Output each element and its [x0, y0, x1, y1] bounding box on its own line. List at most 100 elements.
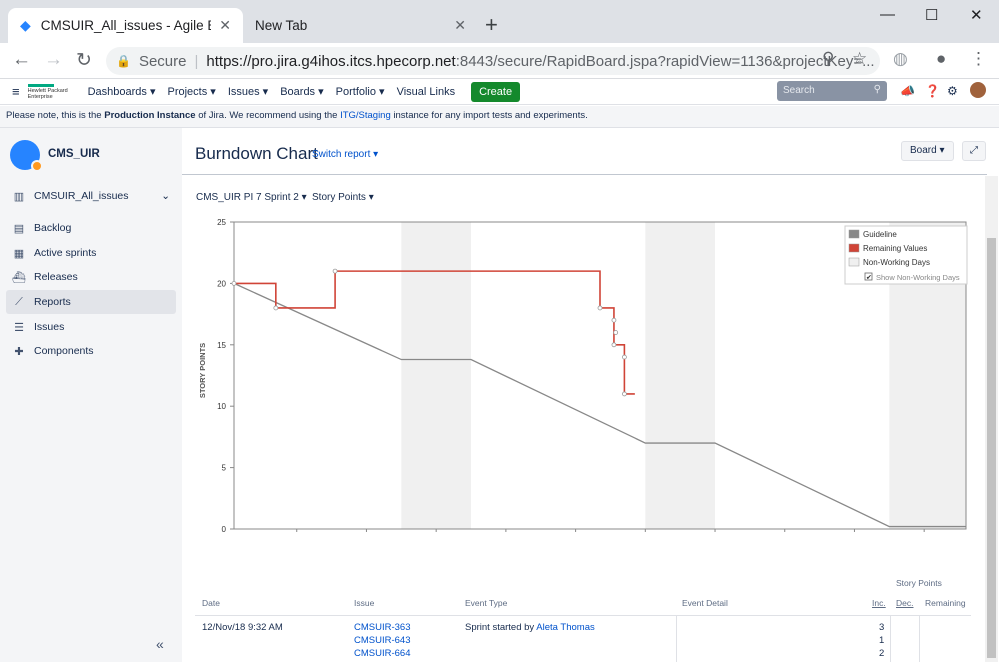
menu-projects[interactable]: Projects ▾	[168, 85, 216, 98]
sidebar-item-backlog[interactable]: ▤ Backlog	[6, 216, 176, 240]
inc-value: 3	[879, 622, 885, 633]
sidebar-item-reports[interactable]: ⟋ Reports	[6, 290, 176, 314]
new-tab-icon[interactable]: +	[485, 12, 498, 38]
col-issue: Issue	[354, 598, 375, 608]
maximize-icon[interactable]: ☐	[925, 6, 938, 24]
sprint-select[interactable]: CMS_UIR PI 7 Sprint 2 ▾	[196, 192, 307, 203]
sidebar: CMS_UIR ▥ CMSUIR_All_issues ⌄ ▤ Backlog ▦…	[0, 128, 182, 662]
issue-link[interactable]: CMSUIR-643	[354, 635, 411, 646]
menu-dashboards[interactable]: Dashboards ▾	[88, 85, 156, 98]
y-tick-label: 20	[217, 279, 226, 288]
legend-swatch	[848, 243, 860, 253]
y-tick-label: 10	[217, 402, 226, 411]
board-selector[interactable]: ▥ CMSUIR_All_issues ⌄	[6, 184, 176, 208]
reload-icon[interactable]: ↻	[76, 49, 92, 72]
backlog-icon: ▤	[13, 222, 25, 235]
sidebar-item-releases[interactable]: ⛴ Releases	[6, 265, 176, 289]
sidebar-item-components[interactable]: ✚ Components	[6, 339, 176, 363]
switch-report-button[interactable]: Switch report ▾	[312, 149, 378, 160]
legend-checkbox-label: Show Non-Working Days	[876, 273, 960, 282]
menu-issues[interactable]: Issues ▾	[228, 85, 268, 98]
remaining-point	[597, 305, 603, 311]
browser-tab-bar: ◆ CMSUIR_All_issues - Agile Board ✕ New …	[0, 0, 999, 43]
sidebar-item-active-sprints[interactable]: ▦ Active sprints	[6, 241, 176, 265]
y-tick-label: 5	[222, 464, 227, 473]
url-separator: |	[194, 52, 199, 70]
board-button[interactable]: Board ▾	[901, 141, 954, 161]
url-input[interactable]: 🔒 Secure | https://pro.jira.g4ihos.itcs.…	[106, 47, 880, 75]
menu-icon[interactable]: ⋮	[970, 49, 987, 69]
col-dec[interactable]: Dec.	[896, 598, 913, 608]
user-avatar[interactable]	[970, 82, 986, 98]
tab-title: New Tab	[255, 18, 308, 33]
page-title: Burndown Chart	[195, 144, 318, 163]
project-name[interactable]: CMS_UIR	[48, 148, 100, 160]
legend-swatch	[848, 229, 860, 239]
menu-boards[interactable]: Boards ▾	[280, 85, 323, 98]
non-working-days-band	[401, 222, 472, 529]
y-axis-label: STORY POINTS	[198, 343, 207, 398]
forward-icon[interactable]: →	[44, 49, 63, 71]
checkbox-checkmark: ✔	[866, 275, 872, 282]
col-inc[interactable]: Inc.	[872, 598, 886, 608]
col-remaining: Remaining	[925, 598, 966, 608]
y-tick-label: 0	[222, 525, 227, 532]
event-type: Sprint started by Aleta Thomas	[465, 622, 595, 633]
url-path: :8443/secure/RapidBoard.jspa?rapidView=1…	[455, 52, 875, 70]
remaining-point	[273, 305, 279, 311]
app-switcher-icon[interactable]: ≡	[12, 84, 20, 99]
back-icon[interactable]: ←	[12, 49, 31, 71]
issues-icon: ☰	[14, 321, 24, 334]
jira-header: ≡ Hewlett Packard Enterprise Dashboards …	[0, 79, 999, 105]
y-tick-label: 25	[217, 218, 226, 227]
close-icon[interactable]: ✕	[219, 17, 231, 34]
legend-label: Remaining Values	[863, 244, 927, 253]
scrollbar[interactable]	[985, 176, 998, 662]
non-working-days-band	[645, 222, 716, 529]
story-points-group-header: Story Points	[896, 578, 942, 588]
minimize-icon[interactable]: —	[880, 6, 895, 23]
itg-staging-link[interactable]: ITG/Staging	[340, 110, 391, 121]
extension-icon[interactable]: ◍	[893, 49, 908, 69]
tab-agile-board[interactable]: ◆ CMSUIR_All_issues - Agile Board ✕	[8, 8, 243, 43]
settings-icon[interactable]: ⚙	[947, 84, 958, 98]
feedback-icon[interactable]: 📣	[900, 84, 915, 98]
remaining-point	[613, 330, 619, 335]
help-icon[interactable]: ❓	[925, 84, 940, 98]
search-input[interactable]: Search ⚲	[777, 81, 887, 101]
menu-portfolio[interactable]: Portfolio ▾	[336, 85, 385, 98]
legend-label: Non-Working Days	[863, 258, 930, 267]
board-icon: ▥	[13, 190, 25, 203]
sidebar-item-issues[interactable]: ☰ Issues	[6, 315, 176, 339]
window-close-icon[interactable]: ✕	[970, 6, 983, 24]
issue-link[interactable]: CMSUIR-664	[354, 648, 411, 659]
lock-icon: 🔒	[116, 54, 131, 68]
account-icon[interactable]: ●	[936, 49, 946, 69]
estimate-select[interactable]: Story Points ▾	[312, 192, 374, 203]
main-content: Burndown Chart Switch report ▾ Board ▾ ⤢…	[182, 128, 999, 662]
star-icon[interactable]: ☆	[852, 49, 867, 69]
user-link[interactable]: Aleta Thomas	[536, 622, 594, 633]
tab-new-tab[interactable]: New Tab ✕	[243, 8, 478, 43]
puzzle-icon: ✚	[14, 345, 24, 358]
hpe-logo[interactable]: Hewlett Packard Enterprise	[27, 83, 76, 100]
col-date: Date	[202, 598, 220, 608]
production-notice: Please note, this is the Production Inst…	[0, 106, 999, 128]
legend-label: Guideline	[863, 230, 897, 239]
issue-link[interactable]: CMSUIR-363	[354, 622, 411, 633]
create-button[interactable]: Create	[471, 81, 521, 102]
close-icon[interactable]: ✕	[454, 17, 466, 34]
legend-swatch	[848, 257, 860, 267]
fullscreen-icon[interactable]: ⤢	[962, 141, 986, 161]
remaining-point	[611, 317, 617, 323]
collapse-sidebar-icon[interactable]: «	[156, 636, 164, 652]
tab-title: CMSUIR_All_issues - Agile Board	[40, 18, 211, 33]
remaining-point	[611, 342, 617, 348]
burndown-chart: 0510152025Nov 14Nov 16Nov 18Nov 20Nov 22…	[198, 218, 968, 532]
jira-icon: ◆	[20, 17, 31, 33]
menu-visual-links[interactable]: Visual Links	[397, 86, 456, 98]
table-header-line	[195, 615, 971, 616]
project-badge	[31, 160, 43, 172]
col-event-type: Event Type	[465, 598, 508, 608]
zoom-icon[interactable]: ⚲	[822, 49, 834, 69]
